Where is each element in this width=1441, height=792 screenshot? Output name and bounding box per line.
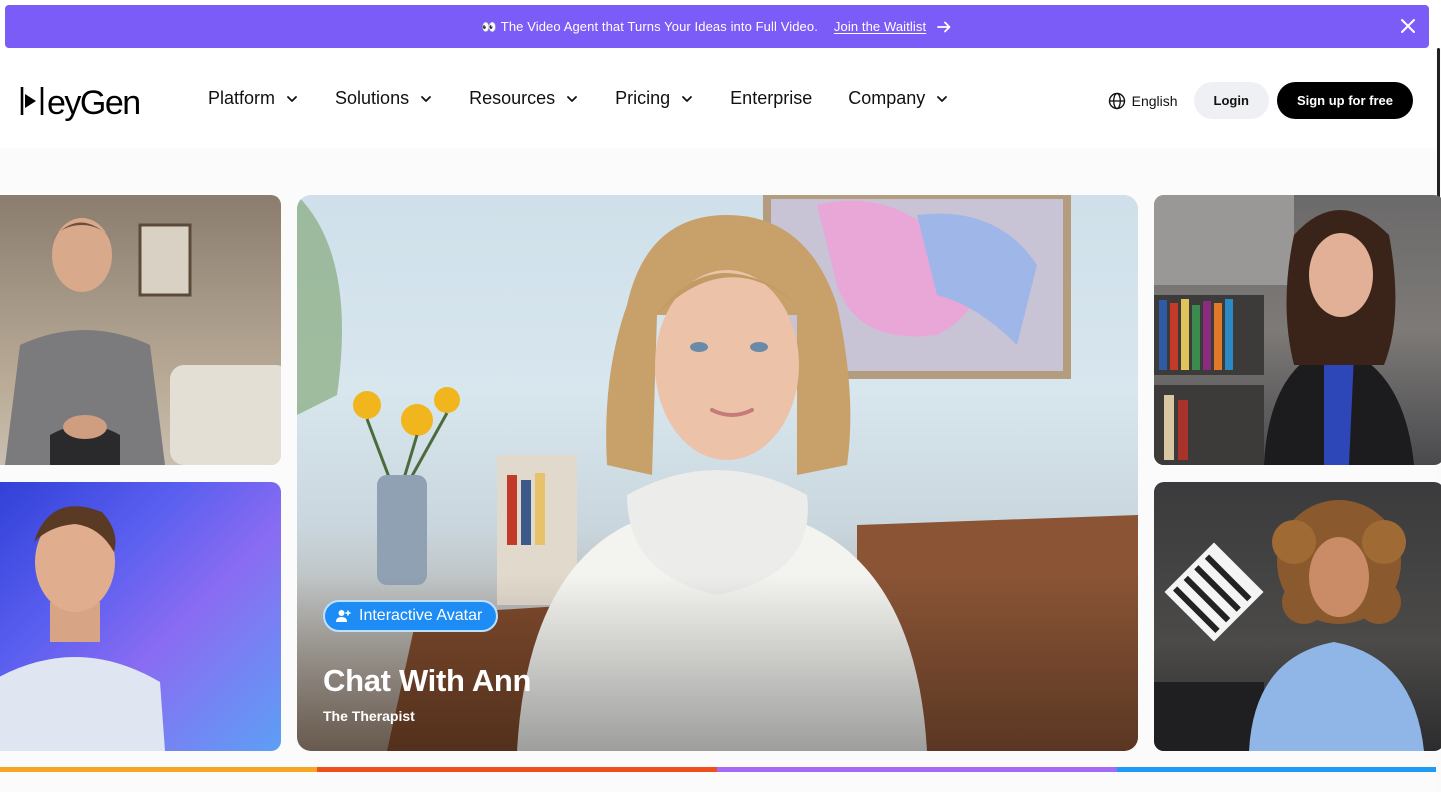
signup-button[interactable]: Sign up for free	[1276, 82, 1413, 119]
language-selector[interactable]: English	[1108, 92, 1178, 110]
avatar-image	[0, 506, 165, 751]
featured-avatar-ann[interactable]: Interactive Avatar Chat With Ann The The…	[297, 195, 1138, 751]
eyes-emoji: 👀	[481, 19, 497, 34]
menu-company[interactable]: Company	[848, 88, 949, 109]
menu-solutions[interactable]: Solutions	[335, 88, 433, 109]
avatar-tile-woman-black-blazer[interactable]	[1154, 195, 1441, 465]
menu-company-label: Company	[848, 88, 926, 108]
progress-segment-blue	[1117, 767, 1436, 772]
carousel-progress-bar	[0, 767, 1436, 772]
interactive-avatar-badge: Interactive Avatar	[323, 600, 499, 632]
arrow-right-icon[interactable]	[936, 19, 952, 35]
avatar-image	[1154, 195, 1414, 465]
menu-enterprise[interactable]: Enterprise	[730, 88, 812, 109]
avatar-tile-woman-curly-hair[interactable]	[1154, 482, 1441, 751]
menu-enterprise-label: Enterprise	[730, 88, 813, 108]
menu-resources[interactable]: Resources	[469, 88, 579, 109]
chevron-down-icon	[935, 92, 949, 106]
avatar-image	[5, 218, 281, 465]
close-icon[interactable]	[1399, 17, 1417, 35]
hero-title: Chat With Ann	[323, 663, 532, 698]
avatar-tile-man-gray-shirt[interactable]	[0, 195, 281, 465]
nav-actions: English Login Sign up for free	[1108, 82, 1413, 119]
badge-label: Interactive Avatar	[359, 607, 483, 624]
avatar-tile-man-blue[interactable]	[0, 482, 281, 751]
menu-resources-label: Resources	[469, 88, 556, 108]
menu-pricing-label: Pricing	[615, 88, 671, 108]
join-waitlist-link[interactable]: Join the Waitlist	[834, 19, 926, 34]
chevron-down-icon	[285, 92, 299, 106]
top-navigation: eyGen Platform Solutions Resources Prici…	[0, 52, 1436, 148]
menu-platform[interactable]: Platform	[208, 88, 299, 109]
menu-pricing[interactable]: Pricing	[615, 88, 694, 109]
chevron-down-icon	[680, 92, 694, 106]
avatar-image	[1154, 500, 1424, 751]
globe-icon	[1108, 92, 1126, 110]
menu-solutions-label: Solutions	[335, 88, 410, 108]
user-plus-icon	[335, 608, 351, 624]
chevron-down-icon	[565, 92, 579, 106]
main-menu: Platform Solutions Resources Pricing Ent…	[208, 88, 985, 109]
heygen-logo[interactable]: eyGen	[20, 81, 160, 121]
progress-segment-purple	[717, 767, 1117, 772]
announcement-banner: 👀 The Video Agent that Turns Your Ideas …	[5, 5, 1429, 48]
banner-message: The Video Agent that Turns Your Ideas in…	[500, 19, 818, 34]
menu-platform-label: Platform	[208, 88, 276, 108]
progress-segment-orange	[0, 767, 317, 772]
chevron-down-icon	[419, 92, 433, 106]
login-button[interactable]: Login	[1193, 82, 1269, 119]
svg-text:eyGen: eyGen	[47, 84, 140, 121]
progress-segment-red	[317, 767, 717, 772]
heygen-logo-icon: eyGen	[20, 84, 141, 121]
language-label: English	[1131, 92, 1178, 109]
hero-subtitle: The Therapist	[323, 708, 415, 724]
